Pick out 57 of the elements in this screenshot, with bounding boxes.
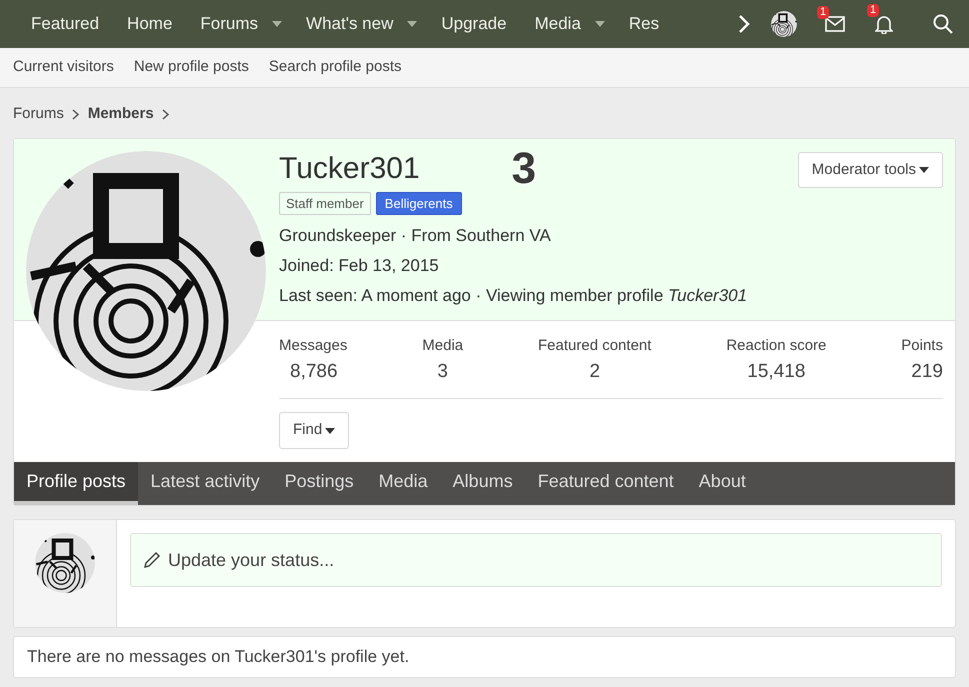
nav-link[interactable]: Featured [17,11,114,37]
stat-label: Media [422,336,464,356]
profile-tab[interactable]: Latest activity [138,462,272,505]
status-input-field[interactable]: Update your status... [130,533,942,587]
stat-label: Messages [279,336,348,356]
stat-label: Featured content [538,336,652,356]
pencil-icon [142,550,162,570]
stat-value: 219 [911,360,943,384]
breadcrumb-link[interactable]: Members [88,102,154,126]
nav-link[interactable]: Upgrade [427,11,521,37]
stat-value: 2 [589,360,600,384]
profile-tab[interactable]: Profile posts [14,462,138,505]
profile-tab[interactable]: Postings [272,462,366,505]
caret-icon [407,21,418,27]
chevron-right-icon[interactable] [737,14,751,34]
mail-icon[interactable] [825,16,845,32]
nav-link[interactable]: Media [520,11,595,37]
nav-link[interactable]: Forums [186,11,272,37]
notification-badge: 1 [817,6,830,19]
profile-tab[interactable]: Albums [440,462,526,505]
profile-tab[interactable]: Featured content [525,462,686,505]
nav-link[interactable]: Home [113,11,186,37]
user-banner: Belligerents [376,192,462,215]
nav-link[interactable]: What's new [292,11,408,37]
username: Tucker301 [279,151,420,187]
avatar-drawing[interactable] [26,151,266,391]
sub-nav-link[interactable]: Search profile posts [268,56,402,79]
user-blurb: Groundskeeper · From Southern VA [279,225,552,247]
profile-tab[interactable]: Media [366,462,440,505]
annotation-number: 3 [512,149,536,189]
breadcrumb-link[interactable]: Forums [13,102,64,126]
chevron-right-icon [162,108,170,120]
search-icon[interactable] [933,14,953,34]
joined-date: Joined: Feb 13, 2015 [279,255,440,277]
avatar-drawing[interactable] [771,11,797,37]
caret-icon [272,21,282,27]
stat-label: Points [901,336,943,356]
sub-nav-link[interactable]: Current visitors [13,56,114,79]
bell-icon[interactable] [875,14,893,34]
caret-icon [594,21,605,27]
stat-value: 15,418 [747,360,806,384]
notification-badge: 1 [867,4,880,17]
empty-message: There are no messages on Tucker301's profile yet. [13,636,956,678]
user-banner: Staff member [279,192,371,215]
caret-icon [325,428,336,434]
nav-link[interactable]: Res [614,11,674,37]
sub-nav-link[interactable]: New profile posts [134,56,249,79]
avatar-drawing[interactable] [35,533,95,593]
last-seen: Last seen: A moment ago · Viewing member profile Tucker301 [279,285,748,307]
stat-label: Reaction score [726,336,826,356]
chevron-right-icon [72,108,80,120]
find-button[interactable]: Find [279,412,350,449]
stat-value: 8,786 [289,360,338,384]
moderator-tools-button[interactable]: Moderator tools [798,152,943,188]
profile-tab[interactable]: About [686,462,758,505]
stat-value: 3 [437,360,448,384]
caret-icon [919,167,929,173]
